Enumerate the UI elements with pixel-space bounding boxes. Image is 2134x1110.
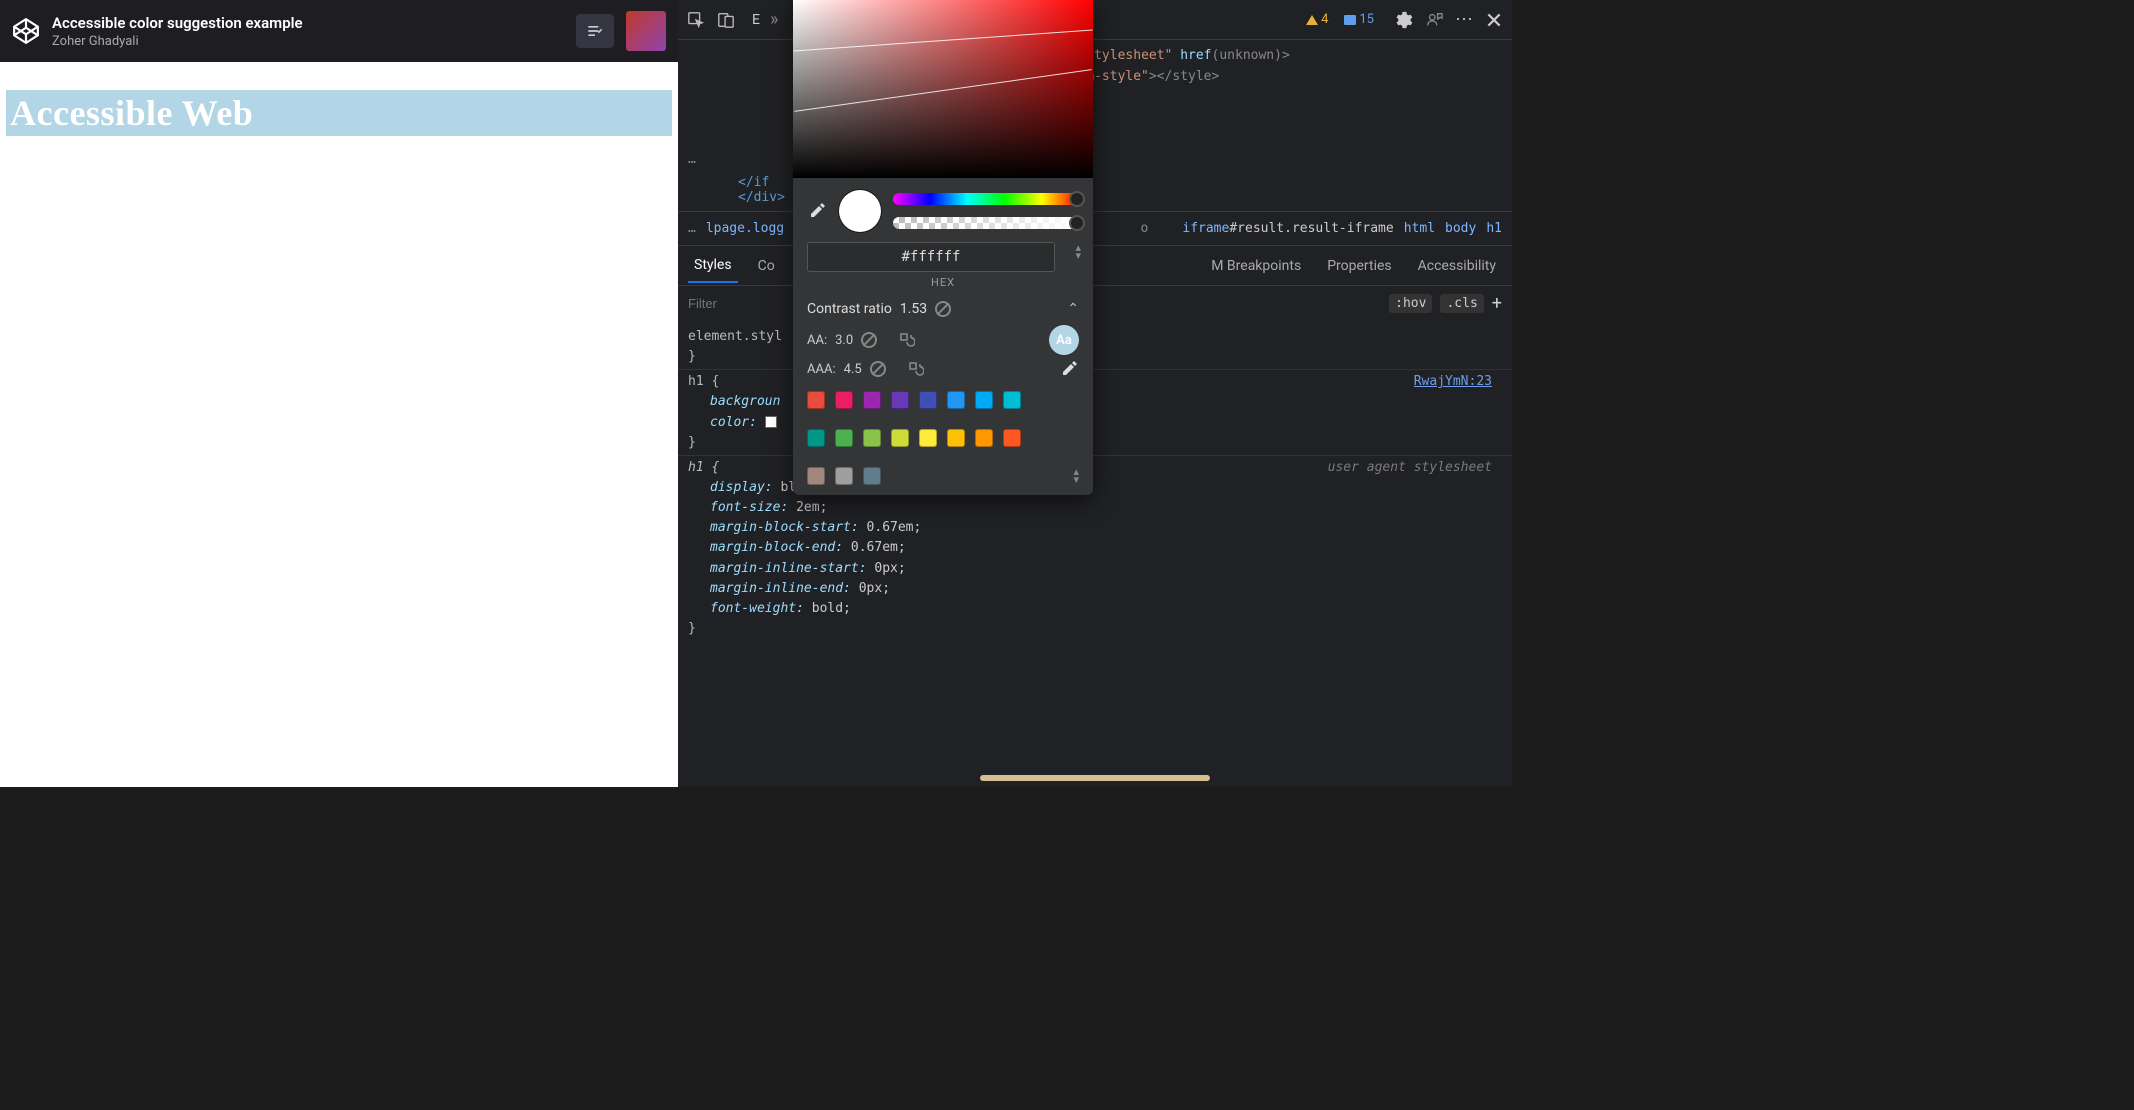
current-color-swatch xyxy=(839,190,881,232)
palette-swatch[interactable] xyxy=(1003,429,1021,447)
palette-swatch[interactable] xyxy=(807,429,825,447)
device-toolbar-icon[interactable] xyxy=(716,10,736,30)
source-link[interactable]: RwajYmN:23 xyxy=(1414,372,1492,392)
pen-title: Accessible color suggestion example xyxy=(52,14,564,32)
warnings-count: 4 xyxy=(1321,12,1328,27)
palette-swatch[interactable] xyxy=(947,391,965,409)
css-property[interactable]: margin-block-start: xyxy=(688,520,859,535)
editor-layout-button[interactable] xyxy=(576,14,614,48)
css-property[interactable]: margin-block-end: xyxy=(688,540,843,555)
suggest-color-icon[interactable] xyxy=(908,361,924,377)
hex-input[interactable] xyxy=(807,242,1055,272)
pick-background-icon[interactable] xyxy=(1059,359,1079,379)
palette-swatch[interactable] xyxy=(863,391,881,409)
hue-slider[interactable] xyxy=(893,193,1079,205)
inspect-element-icon[interactable] xyxy=(686,10,706,30)
codepen-header: Accessible color suggestion example Zohe… xyxy=(0,0,678,62)
info-square-icon xyxy=(1344,15,1356,25)
user-avatar[interactable] xyxy=(626,11,666,51)
settings-gear-icon[interactable] xyxy=(1394,10,1414,30)
contrast-ratio-value: 1.53 xyxy=(900,301,927,317)
fail-icon xyxy=(870,361,886,377)
fail-icon xyxy=(861,332,877,348)
info-count: 15 xyxy=(1359,12,1374,27)
more-tabs-chevron-icon[interactable]: » xyxy=(770,9,778,30)
palette-swatch[interactable] xyxy=(891,391,909,409)
css-property[interactable]: font-weight: xyxy=(688,601,804,616)
slider-thumb-icon[interactable] xyxy=(1069,215,1085,231)
collapse-chevron-icon[interactable]: ⌃ xyxy=(1067,301,1079,317)
palette-swatch[interactable] xyxy=(947,429,965,447)
palette-swatch[interactable] xyxy=(835,467,853,485)
palette-swatch[interactable] xyxy=(975,391,993,409)
tab-styles[interactable]: Styles xyxy=(688,249,738,283)
breadcrumb-html[interactable]: html xyxy=(1404,221,1435,236)
contrast-line-icon xyxy=(794,69,1091,112)
css-property[interactable]: margin-inline-end: xyxy=(688,581,851,596)
palette-swatch[interactable] xyxy=(891,429,909,447)
palette-swatch[interactable] xyxy=(919,429,937,447)
close-devtools-icon[interactable] xyxy=(1484,10,1504,30)
color-format-label: HEX xyxy=(807,276,1079,289)
breadcrumb-item[interactable]: lpage.logg xyxy=(706,221,784,236)
contrast-sample: Aa xyxy=(1049,325,1079,355)
codepen-logo-icon xyxy=(12,17,40,45)
feedback-icon[interactable] xyxy=(1424,10,1444,30)
cls-toggle[interactable]: .cls xyxy=(1440,294,1483,313)
color-picker-panel: HEX ▴▾ Contrast ratio 1.53 ⌃ AA: 3.0 Aa xyxy=(793,0,1093,495)
palette-swatch[interactable] xyxy=(975,429,993,447)
hov-toggle[interactable]: :hov xyxy=(1389,294,1432,313)
ua-stylesheet-label: user agent stylesheet xyxy=(1328,458,1492,478)
eyedropper-icon[interactable] xyxy=(807,201,827,221)
tab-partial-letter: E xyxy=(752,12,760,28)
warning-triangle-icon xyxy=(1306,15,1318,25)
tab-properties[interactable]: Properties xyxy=(1321,250,1397,282)
more-menu-icon[interactable]: ⋯ xyxy=(1454,10,1474,30)
contrast-line-icon xyxy=(793,30,1092,52)
info-badge[interactable]: 15 xyxy=(1344,12,1374,27)
palette-swatch[interactable] xyxy=(919,391,937,409)
warnings-badge[interactable]: 4 xyxy=(1306,12,1328,27)
slider-thumb-icon[interactable] xyxy=(1069,191,1085,207)
tab-accessibility[interactable]: Accessibility xyxy=(1412,250,1502,282)
preview-heading: Accessible Web xyxy=(6,90,672,136)
palette-swatch[interactable] xyxy=(863,467,881,485)
suggest-color-icon[interactable] xyxy=(899,332,915,348)
tab-computed-partial[interactable]: Co xyxy=(752,250,781,282)
palette-swatch[interactable] xyxy=(835,391,853,409)
saturation-lightness-picker[interactable] xyxy=(793,0,1093,178)
breadcrumb-iframe[interactable]: iframe xyxy=(1182,221,1229,236)
contrast-ratio-label: Contrast ratio xyxy=(807,301,892,317)
palette-swatch[interactable] xyxy=(807,391,825,409)
palette-swatch[interactable] xyxy=(863,429,881,447)
pen-author[interactable]: Zoher Ghadyali xyxy=(52,34,564,49)
css-property[interactable]: font-size: xyxy=(688,500,788,515)
palette-swatch[interactable] xyxy=(835,429,853,447)
palette-switch-icon[interactable]: ▴▾ xyxy=(1073,468,1079,484)
color-swatch-icon[interactable] xyxy=(765,416,777,428)
format-switch-icon[interactable]: ▴▾ xyxy=(1075,244,1081,260)
tab-dom-breakpoints-partial[interactable]: M Breakpoints xyxy=(1205,250,1307,282)
drawer-resize-handle[interactable] xyxy=(980,775,1210,781)
palette-swatch[interactable] xyxy=(807,467,825,485)
css-property[interactable]: margin-inline-start: xyxy=(688,561,867,576)
color-palette: ▴▾ xyxy=(793,381,1093,485)
breadcrumb-body[interactable]: body xyxy=(1445,221,1476,236)
fail-icon xyxy=(935,301,951,317)
palette-swatch[interactable] xyxy=(1003,391,1021,409)
new-style-rule-button[interactable]: + xyxy=(1492,293,1502,314)
preview-pane: Accessible Web xyxy=(0,62,678,787)
breadcrumb-h1[interactable]: h1 xyxy=(1486,221,1502,236)
alpha-slider[interactable] xyxy=(893,217,1079,229)
css-property[interactable]: display: xyxy=(688,480,773,495)
